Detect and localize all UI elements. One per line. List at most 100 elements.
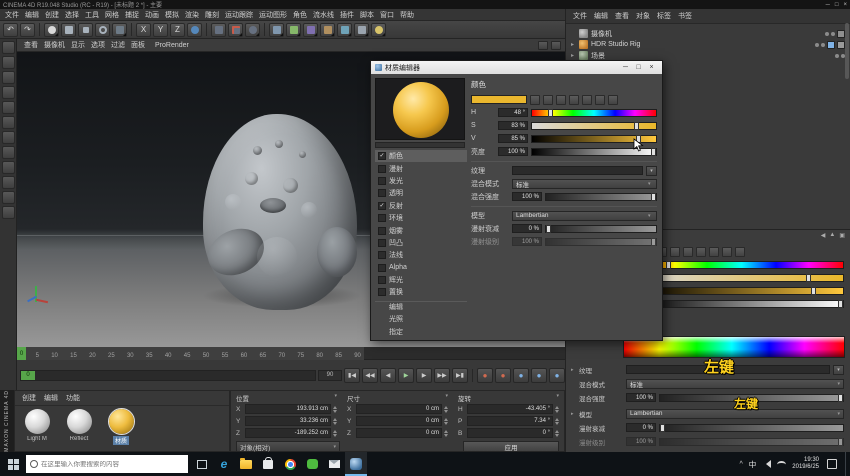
menu-item[interactable]: 对象 bbox=[633, 11, 653, 21]
value-field[interactable]: 85 % bbox=[498, 134, 528, 143]
scale-key-toggle[interactable]: ● bbox=[531, 368, 547, 383]
menu-item[interactable]: 书签 bbox=[675, 11, 695, 21]
points-mode-icon[interactable] bbox=[2, 101, 15, 114]
texture-field[interactable] bbox=[512, 166, 643, 175]
cinema4d-taskbar-button[interactable] bbox=[345, 452, 367, 476]
diffuse-level-slider[interactable] bbox=[659, 438, 844, 446]
channel-row[interactable]: ✓ 反射 bbox=[375, 200, 467, 212]
workplane-mode-icon[interactable] bbox=[2, 86, 15, 99]
object-row[interactable]: ▸ HDR Studio Rig bbox=[566, 39, 850, 50]
input-method-indicator[interactable]: 中 bbox=[749, 459, 757, 470]
lock-x-axis-button[interactable]: X bbox=[136, 23, 151, 37]
coordinate-input[interactable]: 33.236 cm bbox=[245, 416, 331, 426]
timeline-slider[interactable]: 0 bbox=[20, 370, 316, 381]
dialog-close-button[interactable]: × bbox=[645, 62, 658, 73]
coordinate-mode-select[interactable]: 对象(相对) ▾ bbox=[236, 441, 340, 452]
material-editor-dialog[interactable]: 材质编辑器 ─ □ × ✓ 颜色 漫射 发光 透明 bbox=[370, 60, 663, 341]
slider-handle[interactable] bbox=[811, 287, 816, 295]
channel-checkbox[interactable] bbox=[378, 177, 386, 185]
chevron-right-icon[interactable]: ▸ bbox=[571, 411, 576, 417]
channel-row[interactable]: 凹凸 bbox=[375, 237, 467, 249]
goto-start-button[interactable]: ▮◀ bbox=[344, 368, 360, 383]
slider-handle[interactable] bbox=[546, 225, 551, 233]
channel-checkbox[interactable]: ✓ bbox=[378, 202, 386, 210]
menu-item[interactable]: 文件 bbox=[2, 10, 22, 20]
menu-item[interactable]: 选择 bbox=[62, 10, 82, 20]
xpresso-tag-icon[interactable] bbox=[827, 41, 835, 49]
task-view-button[interactable] bbox=[191, 452, 213, 476]
visibility-dot[interactable] bbox=[821, 43, 825, 47]
menu-item[interactable]: 功能 bbox=[63, 393, 83, 403]
channel-checkbox[interactable] bbox=[378, 227, 386, 235]
value-stepper[interactable] bbox=[333, 418, 337, 425]
channel-checkbox[interactable] bbox=[378, 251, 386, 259]
hue-slider[interactable] bbox=[531, 109, 657, 117]
scrollbar[interactable] bbox=[845, 23, 849, 79]
slider-handle[interactable] bbox=[660, 424, 665, 432]
next-frame-button[interactable]: ▶ bbox=[416, 368, 432, 383]
channel-row[interactable]: 辉光 bbox=[375, 274, 467, 286]
preview-size-bar[interactable] bbox=[375, 142, 465, 148]
texture-browse-button[interactable]: ▾ bbox=[833, 365, 844, 375]
menu-item[interactable]: 窗口 bbox=[377, 10, 397, 20]
menu-item[interactable]: 编辑 bbox=[22, 10, 42, 20]
visibility-dot[interactable] bbox=[835, 54, 839, 58]
position-key-toggle[interactable]: ● bbox=[513, 368, 529, 383]
hue-field[interactable]: 48 ° bbox=[498, 108, 528, 117]
menu-item[interactable]: 模拟 bbox=[162, 10, 182, 20]
redo-button[interactable]: ↷ bbox=[20, 23, 35, 37]
viewport-menu-item[interactable]: 查看 bbox=[21, 40, 41, 50]
slider-handle[interactable] bbox=[634, 122, 639, 130]
polygons-mode-icon[interactable] bbox=[2, 131, 15, 144]
hsv-sliders-icon[interactable] bbox=[696, 247, 706, 257]
autokey-button[interactable]: ● bbox=[495, 368, 511, 383]
spectrum-icon[interactable] bbox=[543, 95, 553, 105]
menu-item[interactable]: 标签 bbox=[654, 11, 674, 21]
wechat-button[interactable] bbox=[301, 452, 323, 476]
last-tool-icon[interactable] bbox=[112, 23, 127, 37]
saturation-slider[interactable] bbox=[639, 274, 844, 282]
channel-checkbox[interactable] bbox=[378, 165, 386, 173]
channel-row[interactable]: 发光 bbox=[375, 175, 467, 187]
workplane-snap-icon[interactable] bbox=[2, 191, 15, 204]
next-key-button[interactable]: ▶▶ bbox=[434, 368, 450, 383]
slider-handle[interactable] bbox=[838, 300, 843, 308]
brightness-slider[interactable] bbox=[639, 300, 844, 308]
close-button[interactable]: × bbox=[843, 2, 847, 8]
slider-handle[interactable] bbox=[651, 238, 656, 246]
diffuse-falloff-field[interactable]: 0 % bbox=[512, 224, 542, 233]
light-object-icon[interactable] bbox=[371, 23, 386, 37]
channel-row[interactable]: 漫射 bbox=[375, 162, 467, 174]
menu-item[interactable]: 网格 bbox=[102, 10, 122, 20]
coordinate-input[interactable]: 0 cm bbox=[356, 404, 442, 414]
channel-checkbox[interactable] bbox=[378, 288, 386, 296]
menu-item[interactable]: 捕捉 bbox=[122, 10, 142, 20]
channel-row[interactable]: 环境 bbox=[375, 212, 467, 224]
viewport-menu-item[interactable]: 选项 bbox=[88, 40, 108, 50]
mix-strength-slider[interactable] bbox=[545, 193, 657, 201]
locked-workplane-icon[interactable] bbox=[2, 206, 15, 219]
value-stepper[interactable] bbox=[333, 406, 337, 413]
chevron-right-icon[interactable]: ▸ bbox=[571, 367, 576, 373]
menu-item[interactable]: 渲染 bbox=[182, 10, 202, 20]
slider-handle[interactable] bbox=[806, 274, 811, 282]
color-swatches-icon[interactable] bbox=[595, 95, 605, 105]
viewport-menu-item[interactable]: 摄像机 bbox=[41, 40, 68, 50]
network-icon[interactable] bbox=[777, 461, 786, 468]
menu-item[interactable]: 创建 bbox=[42, 10, 62, 20]
saturation-field[interactable]: 83 % bbox=[498, 121, 528, 130]
menu-item[interactable]: 编辑 bbox=[41, 393, 61, 403]
diffuse-level-field[interactable]: 100 % bbox=[626, 437, 656, 446]
channel-row[interactable]: Alpha bbox=[375, 262, 467, 274]
hue-slider[interactable] bbox=[639, 261, 844, 269]
move-tool-icon[interactable] bbox=[61, 23, 76, 37]
end-frame-field[interactable]: 90 bbox=[318, 370, 342, 381]
channel-row[interactable]: 法线 bbox=[375, 249, 467, 261]
expand-icon[interactable]: ▸ bbox=[571, 41, 576, 48]
channel-checkbox[interactable] bbox=[378, 276, 386, 284]
menu-item[interactable]: 插件 bbox=[337, 10, 357, 20]
mix-mode-select[interactable]: 标准 ▾ bbox=[512, 179, 657, 189]
expand-icon[interactable]: ▸ bbox=[571, 52, 576, 59]
value-stepper[interactable] bbox=[555, 406, 559, 413]
volume-icon[interactable] bbox=[762, 460, 771, 468]
